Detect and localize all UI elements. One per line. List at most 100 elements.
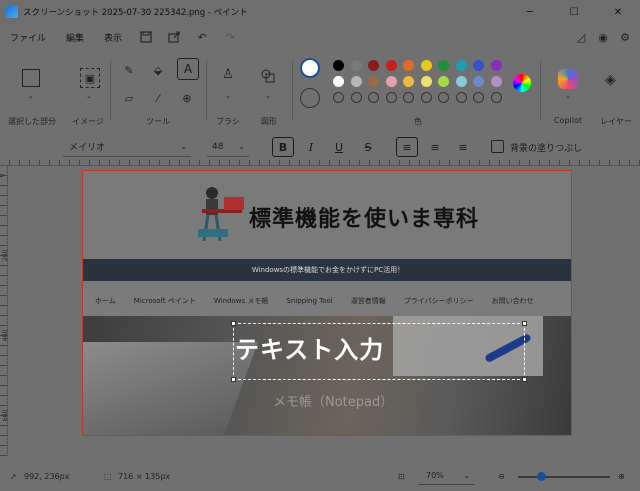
save-icon[interactable]	[137, 28, 155, 46]
undo-icon[interactable]: ↶	[193, 28, 211, 46]
banner-text: Windowsの標準機能でお金をかけずにPC活用！	[251, 266, 405, 274]
magnifier-icon[interactable]: ⊕	[179, 90, 195, 106]
image-icon[interactable]: ▣	[80, 68, 100, 88]
chevron-down-icon: ⌄	[463, 471, 470, 480]
ribbon: ⌄ 選択した部分 ▣ ⌄ イメージ ✎ ⬙ A ▱ ⁄ ⊕ ツール ♙ ⌄ ブラ…	[0, 52, 640, 128]
color-swatch[interactable]	[333, 92, 344, 103]
pencil-icon[interactable]: ✎	[121, 62, 137, 78]
close-button[interactable]: ✕	[596, 0, 640, 24]
color-swatch[interactable]	[473, 76, 484, 87]
divider	[110, 60, 111, 120]
color-swatch[interactable]	[350, 60, 362, 71]
window-title: スクリーンショット 2025-07-30 225342.png - ペイント	[23, 8, 248, 18]
zoom-dropdown[interactable]: 70% ⌄	[418, 467, 474, 485]
zoom-slider[interactable]	[518, 476, 610, 478]
settings-icon[interactable]: ⚙	[614, 26, 636, 48]
italic-button[interactable]: I	[300, 137, 322, 157]
color-swatch[interactable]	[350, 92, 362, 103]
color-swatch[interactable]	[420, 76, 432, 87]
align-right-icon[interactable]: ≡	[452, 137, 474, 157]
account-icon[interactable]: ◉	[592, 26, 614, 48]
resize-handle[interactable]	[522, 321, 527, 326]
color-swatch[interactable]	[490, 60, 502, 71]
color-swatch[interactable]	[490, 76, 502, 87]
underline-button[interactable]: U	[328, 137, 350, 157]
color-swatch[interactable]	[368, 60, 379, 71]
entered-text[interactable]: テキスト入力	[235, 330, 384, 365]
color-swatch[interactable]	[403, 76, 414, 87]
site-nav: ホーム Microsoft ペイント Windows メモ帳 Snipping …	[83, 291, 571, 311]
strikethrough-button[interactable]: S	[357, 137, 379, 157]
menubar-right: ◿ ◉ ⚙	[570, 26, 636, 48]
fit-to-window-icon[interactable]: ⊡	[398, 472, 405, 481]
chevron-down-icon[interactable]: ⌄	[28, 92, 34, 100]
shapes-icon[interactable]	[260, 68, 276, 84]
paint-window: スクリーンショット 2025-07-30 225342.png - ペイント ─…	[0, 0, 640, 491]
color-swatch[interactable]	[385, 76, 397, 87]
color-swatch[interactable]	[385, 92, 397, 103]
color-swatch[interactable]	[385, 60, 397, 71]
font-dropdown[interactable]: メイリオ ⌄	[63, 137, 191, 157]
menu-edit[interactable]: 編集	[66, 31, 84, 44]
color-swatch[interactable]	[403, 60, 414, 71]
eraser-icon[interactable]: ▱	[121, 90, 137, 106]
chevron-down-icon[interactable]: ⌄	[225, 92, 231, 100]
layers-icon[interactable]: ◈	[605, 72, 616, 88]
feedback-icon[interactable]: ◿	[570, 26, 592, 48]
nav-snipping: Snipping Tool	[286, 297, 333, 305]
colors-group-label: 色	[414, 117, 422, 126]
zoom-value: 70%	[426, 471, 444, 480]
color-swatch[interactable]	[350, 76, 362, 87]
color-swatch[interactable]	[455, 60, 467, 71]
color-swatch[interactable]	[473, 60, 484, 71]
chevron-down-icon[interactable]: ⌄	[565, 92, 571, 100]
color-swatch[interactable]	[438, 76, 449, 87]
color-swatch[interactable]	[368, 92, 379, 103]
color-swatch[interactable]	[333, 76, 344, 87]
menu-view[interactable]: 表示	[104, 31, 122, 44]
brush-icon[interactable]: ♙	[220, 66, 236, 82]
paint-app-icon	[6, 6, 18, 18]
hero-photo: テキスト入力 メモ帳（Notepad）	[83, 316, 571, 435]
text-tool-icon[interactable]: A	[177, 58, 199, 80]
menu-file[interactable]: ファイル	[10, 31, 46, 44]
chevron-down-icon[interactable]: ⌄	[86, 92, 92, 100]
fill-background-checkbox[interactable]	[491, 140, 504, 153]
color-swatch[interactable]	[420, 92, 432, 103]
primary-color[interactable]	[300, 58, 320, 78]
redo-icon[interactable]: ↷	[221, 28, 239, 46]
color-swatch[interactable]	[473, 92, 484, 103]
color-swatch[interactable]	[490, 92, 502, 103]
font-size-dropdown[interactable]: 48 ⌄	[207, 137, 249, 157]
zoom-out-icon[interactable]: ⊖	[498, 472, 505, 481]
align-left-icon[interactable]: ≡	[396, 137, 418, 157]
share-icon[interactable]	[165, 28, 183, 46]
color-picker-icon[interactable]: ⁄	[150, 90, 166, 106]
resize-handle[interactable]	[231, 377, 236, 382]
color-swatch[interactable]	[438, 92, 449, 103]
resize-handle[interactable]	[522, 377, 527, 382]
edit-colors-icon[interactable]	[513, 74, 531, 92]
zoom-in-icon[interactable]: ⊕	[618, 472, 625, 481]
selection-icon[interactable]	[22, 69, 40, 87]
color-swatch[interactable]	[403, 92, 414, 103]
color-swatch[interactable]	[438, 60, 449, 71]
color-swatch[interactable]	[368, 76, 379, 87]
color-swatch[interactable]	[420, 60, 432, 71]
chevron-down-icon[interactable]: ⌄	[265, 92, 271, 100]
align-center-icon[interactable]: ≡	[424, 137, 446, 157]
window-controls: ─ ☐ ✕	[508, 0, 640, 24]
bold-button[interactable]: B	[272, 137, 294, 157]
photo-caption: メモ帳（Notepad）	[273, 395, 394, 410]
drawing-canvas[interactable]: 標準機能を使いま専科 Windowsの標準機能でお金をかけずにPC活用！ ホーム…	[82, 170, 572, 436]
minimize-button[interactable]: ─	[508, 0, 552, 24]
secondary-color[interactable]	[300, 88, 320, 108]
color-swatch[interactable]	[333, 60, 344, 71]
color-swatch[interactable]	[455, 76, 467, 87]
color-swatch[interactable]	[455, 92, 467, 103]
maximize-button[interactable]: ☐	[552, 0, 596, 24]
fill-icon[interactable]: ⬙	[150, 62, 166, 78]
resize-handle[interactable]	[231, 321, 236, 326]
zoom-slider-thumb[interactable]	[537, 472, 546, 481]
copilot-icon[interactable]	[558, 69, 578, 89]
